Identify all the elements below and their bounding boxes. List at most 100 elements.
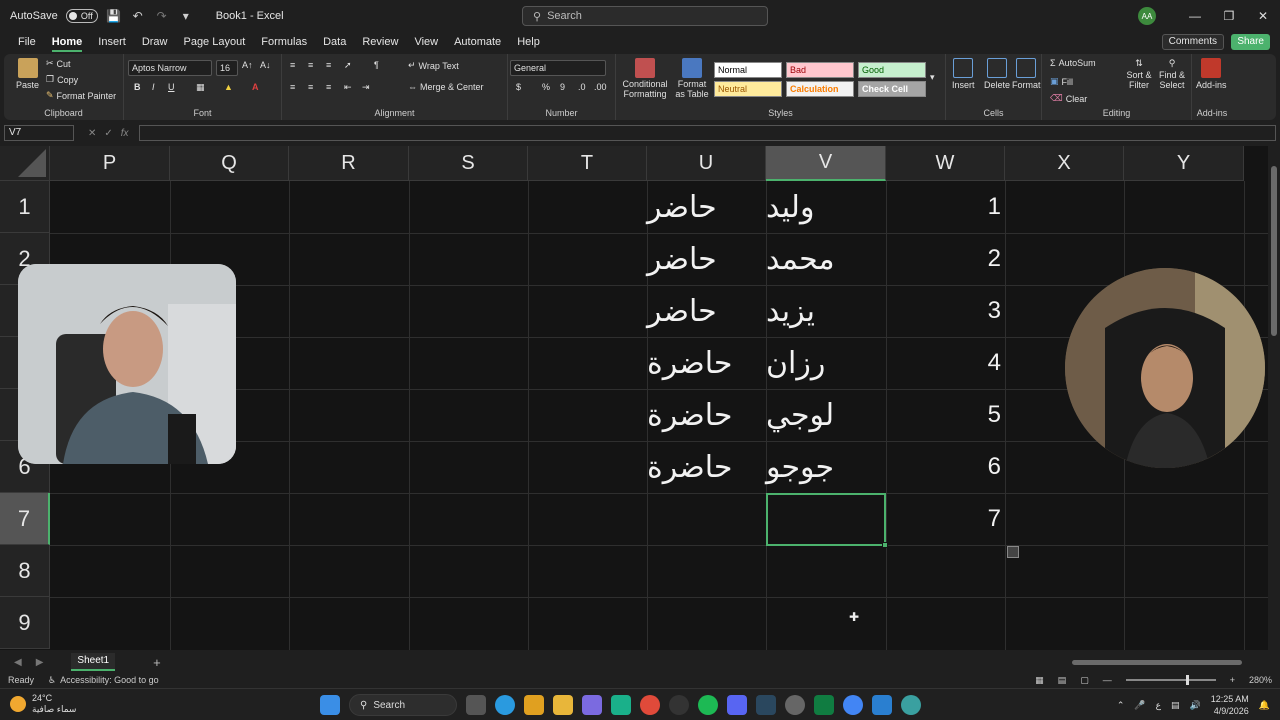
close-icon[interactable]: ✕ xyxy=(1246,9,1280,23)
shrink-font-icon[interactable]: A↓ xyxy=(260,60,271,70)
cell-w1[interactable]: 1 xyxy=(886,181,1005,233)
format-cells-button[interactable]: Format xyxy=(1012,58,1041,90)
align-left-icon[interactable]: ≡ xyxy=(290,82,295,92)
paste-button[interactable]: Paste xyxy=(16,58,39,90)
discord-icon[interactable] xyxy=(727,695,747,715)
accessibility-status[interactable]: Accessibility: Good to go xyxy=(60,675,159,685)
app-icon-teal[interactable] xyxy=(901,695,921,715)
tray-chevron-icon[interactable]: ⌃ xyxy=(1117,700,1125,711)
search-box[interactable]: ⚲ Search xyxy=(522,6,768,26)
cell-w3[interactable]: 3 xyxy=(886,285,1005,337)
cell-w2[interactable]: 2 xyxy=(886,233,1005,285)
font-family-select[interactable]: Aptos Narrow xyxy=(128,60,212,76)
column-header-u[interactable]: U xyxy=(647,146,766,181)
fill-color-icon[interactable]: ▲ xyxy=(224,82,233,92)
steam-icon[interactable] xyxy=(756,695,776,715)
align-middle-icon[interactable]: ≡ xyxy=(308,60,313,70)
cell-v2[interactable]: محمد xyxy=(766,233,886,285)
tab-file[interactable]: File xyxy=(10,32,44,52)
cell-w5[interactable]: 5 xyxy=(886,389,1005,441)
cell-w4[interactable]: 4 xyxy=(886,337,1005,389)
app-icon-dark[interactable] xyxy=(669,695,689,715)
copilot-icon[interactable] xyxy=(582,695,602,715)
percent-icon[interactable]: % xyxy=(542,82,550,92)
row-header-9[interactable]: 9 xyxy=(0,597,50,649)
chrome-profile-icon[interactable] xyxy=(843,695,863,715)
style-check-cell[interactable]: Check Cell xyxy=(858,81,926,97)
tab-home[interactable]: Home xyxy=(44,32,91,52)
conditional-formatting-button[interactable]: Conditional Formatting xyxy=(620,58,670,99)
name-box[interactable]: V7 xyxy=(4,125,74,141)
share-button[interactable]: Share xyxy=(1231,34,1270,50)
column-header-w[interactable]: W xyxy=(886,146,1005,181)
row-header-1[interactable]: 1 xyxy=(0,181,50,233)
style-calculation[interactable]: Calculation xyxy=(786,81,854,97)
insert-function-icon[interactable]: fx xyxy=(121,128,129,139)
notifications-icon[interactable]: 🔔 xyxy=(1259,700,1270,711)
select-all-button[interactable] xyxy=(0,146,50,181)
insert-cells-button[interactable]: Insert xyxy=(952,58,975,90)
zoom-out-icon[interactable]: — xyxy=(1103,675,1112,685)
format-as-table-button[interactable]: Format as Table xyxy=(672,58,712,99)
number-format-select[interactable]: General xyxy=(510,60,606,76)
sheet-tab-sheet1[interactable]: Sheet1 xyxy=(71,653,116,671)
cell-w6[interactable]: 6 xyxy=(886,441,1005,493)
autosave-toggle[interactable]: Off xyxy=(65,9,98,23)
orientation-icon[interactable]: ➚ xyxy=(344,60,352,71)
cell-v4[interactable]: رزان xyxy=(766,337,886,389)
cell-u1[interactable]: حاضر xyxy=(647,181,766,233)
column-header-r[interactable]: R xyxy=(289,146,409,181)
style-neutral[interactable]: Neutral xyxy=(714,81,782,97)
align-bottom-icon[interactable]: ≡ xyxy=(326,60,331,70)
sort-filter-button[interactable]: ⇅ Sort & Filter xyxy=(1124,58,1154,90)
tab-page-layout[interactable]: Page Layout xyxy=(175,32,253,52)
zoom-level[interactable]: 280% xyxy=(1249,675,1272,685)
delete-cells-button[interactable]: Delete xyxy=(984,58,1010,90)
style-good[interactable]: Good xyxy=(858,62,926,78)
font-size-select[interactable]: 16 xyxy=(216,60,238,76)
column-header-s[interactable]: S xyxy=(409,146,528,181)
cancel-icon[interactable]: ✕ xyxy=(88,128,96,139)
row-header-7[interactable]: 7 xyxy=(0,493,50,545)
customize-qat-icon[interactable]: ▾ xyxy=(178,9,194,23)
language-indicator[interactable]: ع xyxy=(1156,700,1161,711)
tab-help[interactable]: Help xyxy=(509,32,548,52)
clear-button[interactable]: ⌫ Clear xyxy=(1050,93,1087,104)
column-header-p[interactable]: P xyxy=(50,146,170,181)
cell-v6[interactable]: جوجو xyxy=(766,441,886,493)
user-avatar[interactable]: AA xyxy=(1138,7,1156,25)
column-header-t[interactable]: T xyxy=(528,146,647,181)
minimize-icon[interactable]: — xyxy=(1178,9,1212,23)
tab-insert[interactable]: Insert xyxy=(90,32,134,52)
currency-icon[interactable]: $ xyxy=(516,82,521,92)
app-icon-green[interactable] xyxy=(611,695,631,715)
rtl-icon[interactable]: ¶ xyxy=(374,60,379,70)
fill-button[interactable]: ▣ Fill xyxy=(1050,76,1073,87)
addins-button[interactable]: Add-ins xyxy=(1196,58,1227,90)
tab-review[interactable]: Review xyxy=(354,32,406,52)
normal-view-icon[interactable]: ▦ xyxy=(1035,675,1044,686)
find-select-button[interactable]: ⚲ Find & Select xyxy=(1156,58,1188,90)
edge-icon[interactable] xyxy=(495,695,515,715)
add-sheet-icon[interactable]: + xyxy=(153,655,161,670)
volume-icon[interactable]: 🔊 xyxy=(1190,700,1201,711)
microphone-icon[interactable]: 🎤 xyxy=(1134,700,1145,711)
prev-sheet-icon[interactable]: ◀ xyxy=(14,657,22,668)
style-normal[interactable]: Normal xyxy=(714,62,782,78)
taskbar-search[interactable]: ⚲ Search xyxy=(349,694,457,716)
quick-analysis-icon[interactable] xyxy=(1007,546,1019,558)
horizontal-scrollbar[interactable] xyxy=(786,660,1264,666)
vscode-icon[interactable] xyxy=(872,695,892,715)
decrease-indent-icon[interactable]: ⇤ xyxy=(344,82,352,93)
style-bad[interactable]: Bad xyxy=(786,62,854,78)
grow-font-icon[interactable]: A↑ xyxy=(242,60,253,70)
restore-icon[interactable]: ❐ xyxy=(1212,9,1246,23)
zoom-in-icon[interactable]: + xyxy=(1230,675,1235,685)
column-header-y[interactable]: Y xyxy=(1124,146,1244,181)
align-right-icon[interactable]: ≡ xyxy=(326,82,331,92)
cell-u4[interactable]: حاضرة xyxy=(647,337,766,389)
font-color-icon[interactable]: A xyxy=(252,82,259,92)
tab-draw[interactable]: Draw xyxy=(134,32,176,52)
tab-data[interactable]: Data xyxy=(315,32,354,52)
save-icon[interactable]: 💾 xyxy=(106,9,122,23)
